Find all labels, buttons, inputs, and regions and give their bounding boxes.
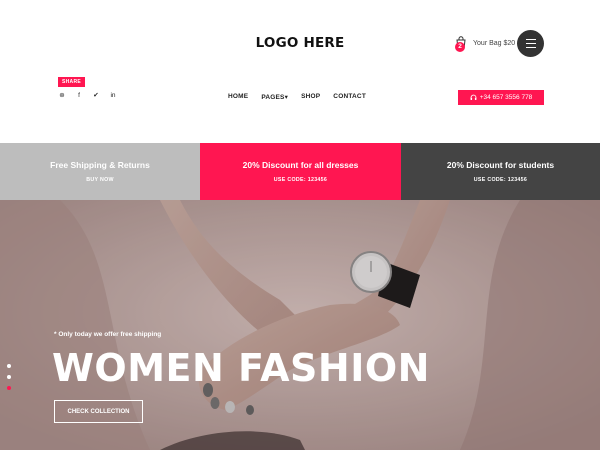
linkedin-icon[interactable]: in [109, 92, 117, 99]
slider-pagination [7, 364, 11, 390]
promo-dresses-discount[interactable]: 20% Discount for all dresses USE CODE: 1… [200, 143, 401, 200]
shopping-bag-icon: 2 [453, 36, 468, 52]
slider-dot[interactable] [7, 364, 11, 368]
cart-label: Your Bag $20 [473, 40, 516, 47]
twitter-icon[interactable]: ✔ [92, 91, 100, 99]
nav-contact[interactable]: CONTACT [333, 93, 366, 101]
promo-bar: Free Shipping & Returns BUY NOW 20% Disc… [0, 143, 600, 200]
promo-subtitle: USE CODE: 123456 [273, 177, 328, 183]
chevron-down-icon: ▾ [284, 94, 289, 101]
check-collection-button[interactable]: CHECK COLLECTION [54, 400, 143, 423]
hero-slider: * Only today we offer free shipping WOME… [0, 200, 600, 450]
site-header: LOGO HERE 2 Your Bag $20 SHARE ⊛ f ✔ in … [0, 0, 600, 143]
nav-shop[interactable]: SHOP [301, 93, 320, 101]
promo-title: 20% Discount for all dresses [242, 160, 359, 170]
nav-home[interactable]: HOME [228, 93, 248, 101]
phone-number: +34 657 3556 778 [479, 94, 533, 101]
promo-title: 20% Discount for students [446, 160, 555, 170]
main-nav: HOME PAGES▾ SHOP CONTACT [228, 93, 366, 101]
promo-students-discount[interactable]: 20% Discount for students USE CODE: 1234… [401, 143, 600, 200]
hero-note: * Only today we offer free shipping [54, 331, 162, 338]
promo-title: Free Shipping & Returns [50, 160, 150, 170]
hamburger-menu-icon [525, 38, 536, 41]
cart-button[interactable]: 2 Your Bag $20 [453, 36, 516, 52]
hamburger-menu-icon [525, 42, 536, 45]
headset-icon [470, 94, 477, 100]
promo-subtitle: USE CODE: 123456 [473, 177, 528, 183]
nav-pages[interactable]: PAGES▾ [261, 93, 288, 101]
pinterest-icon[interactable]: ⊛ [58, 91, 66, 99]
promo-subtitle: BUY NOW [86, 177, 114, 183]
facebook-icon[interactable]: f [75, 92, 83, 99]
hero-title: WOMEN FASHION [52, 346, 430, 390]
social-links: ⊛ f ✔ in [58, 91, 117, 100]
cart-count-badge: 2 [455, 42, 465, 52]
promo-free-shipping[interactable]: Free Shipping & Returns BUY NOW [0, 143, 200, 200]
hamburger-menu-icon [525, 46, 536, 49]
share-label: SHARE [58, 77, 86, 87]
slider-dot-active[interactable] [7, 386, 11, 390]
phone-button[interactable]: +34 657 3556 778 [458, 90, 544, 105]
slider-dot[interactable] [7, 375, 11, 379]
nav-pages-label: PAGES [261, 94, 285, 101]
menu-button[interactable] [517, 30, 544, 57]
